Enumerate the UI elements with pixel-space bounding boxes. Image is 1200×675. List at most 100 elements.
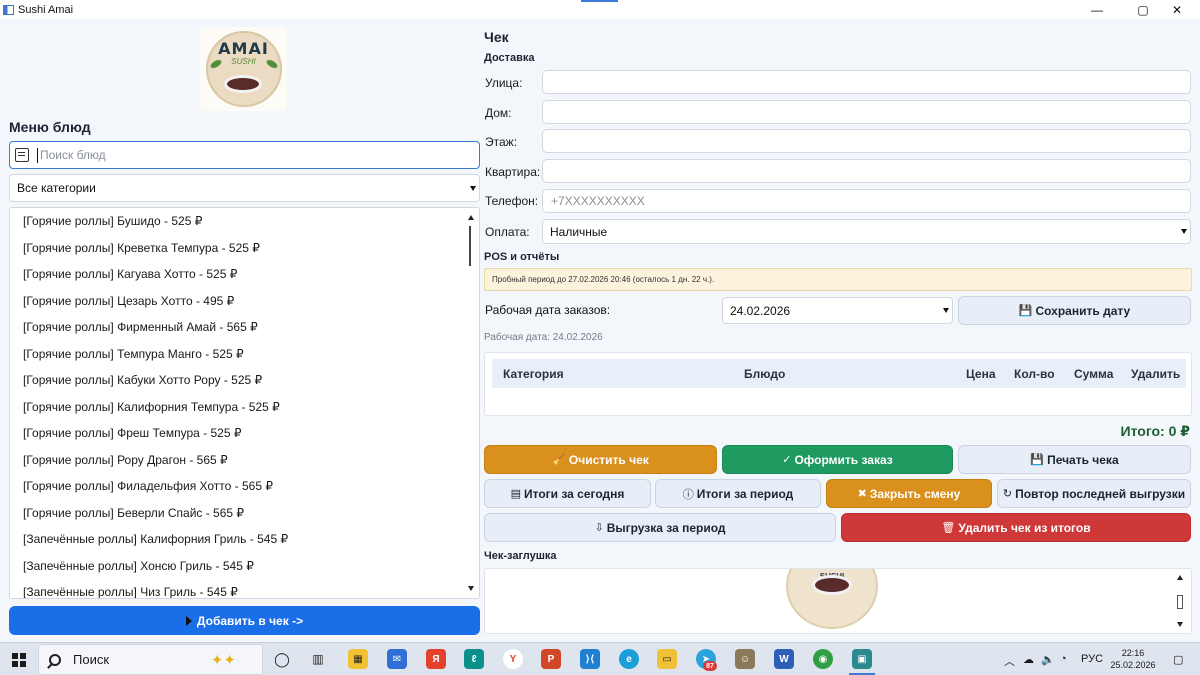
menu-list-item[interactable]: [Запечённые роллы] Калифорния Гриль - 54… bbox=[10, 526, 479, 553]
cloud-icon[interactable]: ☁ bbox=[1023, 653, 1034, 666]
street-field[interactable] bbox=[542, 70, 1191, 94]
column-dish[interactable]: Блюдо bbox=[744, 367, 785, 381]
menu-search-input[interactable] bbox=[40, 148, 479, 162]
chevron-up-icon[interactable]: ︿ bbox=[1004, 653, 1015, 669]
taskbar-clock[interactable]: 22:16 25.02.2026 bbox=[1108, 647, 1158, 671]
window-title: Sushi Amai bbox=[18, 3, 74, 16]
app-icon bbox=[3, 4, 14, 15]
phone-field[interactable] bbox=[542, 189, 1191, 213]
apartment-field[interactable] bbox=[542, 159, 1191, 183]
floppy-disk-icon: 💾 bbox=[1030, 454, 1045, 466]
logo-word: AMAI bbox=[218, 39, 269, 58]
vscode-icon[interactable]: ⟩⟨ bbox=[580, 649, 600, 669]
menu-list-item[interactable]: [Горячие роллы] Калифорния Темпура - 525… bbox=[10, 394, 479, 421]
floor-input[interactable] bbox=[551, 134, 1134, 148]
street-label: Улица: bbox=[485, 76, 523, 90]
apartment-input[interactable] bbox=[551, 164, 1134, 178]
menu-list-scrollbar[interactable] bbox=[465, 212, 477, 594]
refresh-icon: ↻ bbox=[1002, 488, 1013, 500]
menu-list-item[interactable]: [Горячие роллы] Фирменный Амай - 565 ₽ bbox=[10, 314, 479, 341]
check-heading: Чек bbox=[484, 29, 509, 45]
clear-check-button[interactable]: 🧹 Очистить чек bbox=[484, 445, 717, 474]
menu-list-item[interactable]: [Горячие роллы] Фреш Темпура - 525 ₽ bbox=[10, 420, 479, 447]
add-to-check-button[interactable]: Добавить в чек -> bbox=[9, 606, 480, 635]
edge-icon[interactable]: e bbox=[619, 649, 639, 669]
stub-scrollbar[interactable] bbox=[1175, 573, 1185, 629]
language-indicator[interactable]: РУС bbox=[1081, 653, 1103, 665]
menu-list-item[interactable]: [Горячие роллы] Бушидо - 525 ₽ bbox=[10, 208, 479, 235]
work-date-value: 24.02.2026 bbox=[730, 303, 791, 318]
windows-start-icon[interactable] bbox=[12, 653, 26, 667]
menu-list-item[interactable]: [Горячие роллы] Рору Драгон - 565 ₽ bbox=[10, 447, 479, 474]
phone-input[interactable] bbox=[551, 194, 1134, 208]
scroll-up-icon[interactable] bbox=[1177, 575, 1183, 580]
sparkle-icon: ✦✦ bbox=[210, 652, 236, 669]
repeat-export-button[interactable]: ↻ Повтор последней выгрузки bbox=[997, 479, 1191, 508]
place-order-button[interactable]: ✓ Оформить заказ bbox=[722, 445, 953, 474]
scroll-down-icon[interactable] bbox=[1177, 622, 1183, 627]
house-field[interactable] bbox=[542, 100, 1191, 124]
column-category[interactable]: Категория bbox=[503, 367, 564, 381]
stub-receipt-preview[interactable]: SUSHI bbox=[484, 568, 1192, 634]
word-icon[interactable]: W bbox=[774, 649, 794, 669]
column-delete[interactable]: Удалить bbox=[1131, 367, 1180, 381]
store-icon[interactable]: ▦ bbox=[348, 649, 368, 669]
payment-select[interactable]: Наличные bbox=[542, 219, 1191, 244]
widgets-icon[interactable]: ▥ bbox=[308, 649, 328, 669]
yandex-icon[interactable]: Я bbox=[426, 649, 446, 669]
export-period-button[interactable]: ⇩ Выгрузка за период bbox=[484, 513, 836, 542]
mail-icon[interactable]: ✉ bbox=[387, 649, 407, 669]
period-totals-button[interactable]: ⓘ Итоги за период bbox=[655, 479, 821, 508]
taskbar-search[interactable]: Поиск ✦✦ bbox=[38, 644, 263, 675]
close-shift-button[interactable]: ✖ Закрыть смену bbox=[826, 479, 992, 508]
menu-list-item[interactable]: [Горячие роллы] Темпура Манго - 525 ₽ bbox=[10, 341, 479, 368]
powerpoint-icon[interactable]: P bbox=[541, 649, 561, 669]
house-input[interactable] bbox=[551, 105, 1134, 119]
column-sum[interactable]: Сумма bbox=[1074, 367, 1113, 381]
menu-search-box[interactable] bbox=[9, 141, 480, 169]
yandex-browser-icon[interactable]: Y bbox=[503, 649, 523, 669]
close-window-button[interactable]: ✕ bbox=[1154, 0, 1200, 19]
column-price[interactable]: Цена bbox=[966, 367, 996, 381]
menu-list-item[interactable]: [Горячие роллы] Креветка Темпура - 525 ₽ bbox=[10, 235, 479, 262]
save-date-button[interactable]: 💾 Сохранить дату bbox=[958, 296, 1191, 325]
menu-list-item[interactable]: [Горячие роллы] Кагуава Хотто - 525 ₽ bbox=[10, 261, 479, 288]
menu-list[interactable]: [Горячие роллы] Бушидо - 525 ₽ [Горячие р… bbox=[9, 207, 480, 599]
chevron-down-icon bbox=[470, 185, 476, 191]
street-input[interactable] bbox=[551, 75, 1134, 89]
work-date-select[interactable]: 24.02.2026 bbox=[722, 297, 953, 324]
scrollbar-thumb[interactable] bbox=[469, 226, 471, 266]
chrome-icon[interactable]: ◉ bbox=[813, 649, 833, 669]
column-quantity[interactable]: Кол-во bbox=[1014, 367, 1055, 381]
work-date-label: Рабочая дата заказов: bbox=[485, 303, 611, 317]
task-view-icon[interactable]: ◯ bbox=[272, 649, 292, 669]
scroll-up-icon[interactable] bbox=[468, 215, 474, 220]
menu-list-item[interactable]: [Горячие роллы] Цезарь Хотто - 495 ₽ bbox=[10, 288, 479, 315]
menu-list-item[interactable]: [Запечённые роллы] Чиз Гриль - 545 ₽ bbox=[10, 579, 479, 598]
sushi-amai-taskbar-icon[interactable]: ▣ bbox=[852, 649, 872, 669]
minimize-button[interactable]: — bbox=[1074, 0, 1120, 19]
scroll-down-icon[interactable] bbox=[468, 586, 474, 591]
chevron-down-icon bbox=[1181, 229, 1187, 234]
menu-list-item[interactable]: [Запечённые роллы] Хонсю Гриль - 545 ₽ bbox=[10, 553, 479, 580]
user-app-icon[interactable]: ☺ bbox=[735, 649, 755, 669]
print-check-button[interactable]: 💾 Печать чека bbox=[958, 445, 1191, 474]
curve-app-icon[interactable]: ℓ bbox=[464, 649, 484, 669]
menu-list-item[interactable]: [Горячие роллы] Беверли Спайс - 565 ₽ bbox=[10, 500, 479, 527]
scrollbar-thumb[interactable] bbox=[1177, 595, 1183, 609]
network-icon[interactable]: ◔ bbox=[1060, 653, 1067, 665]
menu-list-item[interactable]: [Горячие роллы] Кабуки Хотто Рору - 525 … bbox=[10, 367, 479, 394]
text-caret bbox=[37, 147, 38, 163]
menu-list-item[interactable]: [Горячие роллы] Филадельфия Хотто - 565 … bbox=[10, 473, 479, 500]
floor-field[interactable] bbox=[542, 129, 1191, 153]
category-select[interactable]: Все категории bbox=[9, 174, 480, 202]
category-select-value: Все категории bbox=[17, 181, 96, 195]
stub-heading: Чек-заглушка bbox=[484, 550, 557, 562]
delete-from-totals-button[interactable]: 🗑 Удалить чек из итогов bbox=[841, 513, 1191, 542]
file-explorer-icon[interactable]: ▭ bbox=[657, 649, 677, 669]
today-totals-button[interactable]: ▤ Итоги за сегодня bbox=[484, 479, 651, 508]
notifications-icon[interactable]: ▢ bbox=[1173, 653, 1183, 666]
search-icon bbox=[15, 148, 29, 162]
volume-icon[interactable]: 🔈 bbox=[1041, 653, 1055, 666]
today-totals-label: Итоги за сегодня bbox=[523, 486, 625, 501]
